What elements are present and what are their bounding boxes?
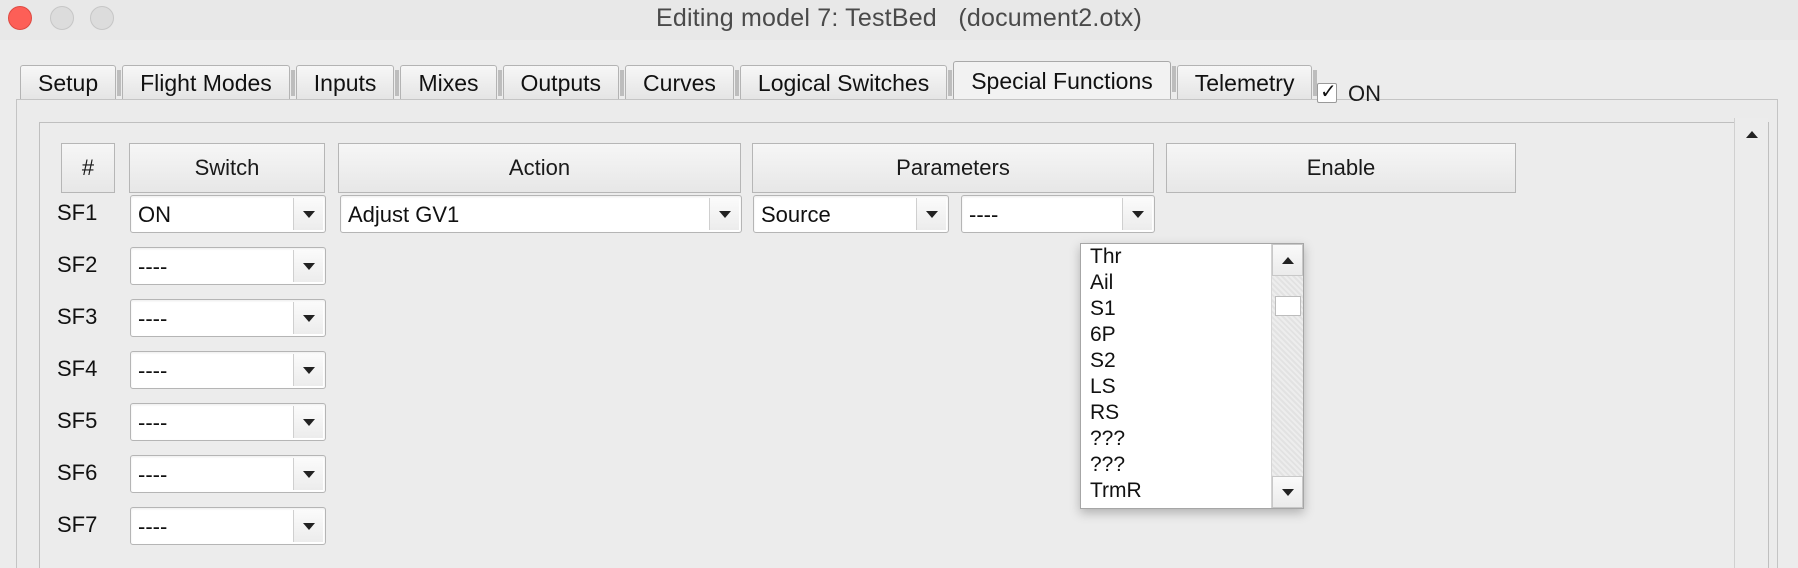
row-label-sf5: SF5 — [57, 408, 98, 433]
tab-logical-switches[interactable]: Logical Switches — [739, 65, 953, 100]
sf2-switch-value: ---- — [138, 254, 168, 279]
tab-bar: Setup Flight Modes Inputs Mixes Outputs … — [20, 61, 1318, 100]
dropdown-scroll-down-button[interactable] — [1272, 476, 1303, 508]
dropdown-option-6p[interactable]: 6P — [1081, 322, 1271, 348]
sf5-switch-select[interactable]: ---- — [130, 403, 326, 441]
row-label-sf2: SF2 — [57, 252, 98, 277]
tab-content-pane: # Switch Action Parameters Enable SF1 ON… — [16, 99, 1778, 568]
table-scroll-up-button[interactable] — [1739, 122, 1765, 148]
dropdown-option-s1[interactable]: S1 — [1081, 296, 1271, 322]
chevron-down-icon — [303, 523, 315, 530]
scroll-up-icon — [1746, 131, 1758, 138]
special-functions-table: # Switch Action Parameters Enable SF1 ON… — [39, 122, 1769, 568]
sf1-param-mode-dropdown-button[interactable] — [916, 198, 946, 230]
row-label-sf6: SF6 — [57, 460, 98, 485]
chevron-down-icon — [303, 211, 315, 218]
tab-mixes[interactable]: Mixes — [400, 65, 502, 100]
sf3-switch-dropdown-button[interactable] — [293, 302, 323, 334]
sf1-enable-label: ON — [1348, 81, 1381, 106]
sf7-switch-select[interactable]: ---- — [130, 507, 326, 545]
sf3-switch-select[interactable]: ---- — [130, 299, 326, 337]
sf1-action-dropdown-button[interactable] — [709, 198, 739, 230]
row-label-sf7: SF7 — [57, 512, 98, 537]
sf1-param-source-dropdown-button[interactable] — [1122, 198, 1152, 230]
dropdown-option-ail[interactable]: Ail — [1081, 270, 1271, 296]
sf1-param-mode-value: Source — [761, 202, 831, 227]
dropdown-option-unknown-2[interactable]: ??? — [1081, 452, 1271, 478]
sf6-switch-value: ---- — [138, 462, 168, 487]
dropdown-option-thr[interactable]: Thr — [1081, 244, 1271, 270]
sf1-param-mode-select[interactable]: Source — [753, 195, 949, 233]
column-header-enable: Enable — [1166, 143, 1516, 193]
sf1-switch-select[interactable]: ON — [130, 195, 326, 233]
scroll-up-icon — [1282, 257, 1294, 264]
dropdown-items: Thr Ail S1 6P S2 LS RS ??? ??? TrmR — [1081, 244, 1271, 504]
dropdown-scroll-up-button[interactable] — [1272, 244, 1303, 276]
sf2-switch-dropdown-button[interactable] — [293, 250, 323, 282]
column-header-parameters: Parameters — [752, 143, 1154, 193]
dropdown-scrollbar[interactable] — [1271, 244, 1303, 508]
row-label-sf4: SF4 — [57, 356, 98, 381]
tab-telemetry[interactable]: Telemetry — [1176, 65, 1318, 100]
sf7-switch-value: ---- — [138, 514, 168, 539]
sf5-switch-value: ---- — [138, 410, 168, 435]
source-dropdown-list[interactable]: Thr Ail S1 6P S2 LS RS ??? ??? TrmR — [1080, 243, 1304, 509]
dropdown-option-unknown-1[interactable]: ??? — [1081, 426, 1271, 452]
title-bar: Editing model 7: TestBed (document2.otx) — [0, 0, 1798, 40]
tab-curves[interactable]: Curves — [625, 65, 739, 100]
scroll-down-icon — [1282, 489, 1294, 496]
dropdown-scroll-thumb[interactable] — [1275, 296, 1301, 316]
tab-special-functions[interactable]: Special Functions — [953, 61, 1176, 99]
row-label-sf1: SF1 — [57, 200, 98, 225]
sf1-action-value: Adjust GV1 — [348, 202, 460, 227]
sf4-switch-select[interactable]: ---- — [130, 351, 326, 389]
sf1-switch-dropdown-button[interactable] — [293, 198, 323, 230]
sf1-param-source-select[interactable]: ---- — [961, 195, 1155, 233]
chevron-down-icon — [926, 211, 938, 218]
sf1-enable-checkbox[interactable]: ✓ — [1317, 81, 1337, 103]
sf1-switch-value: ON — [138, 202, 171, 227]
column-header-index: # — [61, 143, 115, 193]
chevron-down-icon — [303, 263, 315, 270]
sf5-switch-dropdown-button[interactable] — [293, 406, 323, 438]
sf4-switch-dropdown-button[interactable] — [293, 354, 323, 386]
sf1-action-select[interactable]: Adjust GV1 — [340, 195, 742, 233]
window-title: Editing model 7: TestBed (document2.otx) — [656, 4, 1142, 32]
sf7-switch-dropdown-button[interactable] — [293, 510, 323, 542]
chevron-down-icon — [719, 211, 731, 218]
sf2-switch-select[interactable]: ---- — [130, 247, 326, 285]
dropdown-option-trmr[interactable]: TrmR — [1081, 478, 1271, 504]
tab-setup[interactable]: Setup — [20, 65, 122, 100]
sf1-param-source-value: ---- — [969, 202, 999, 227]
sf3-switch-value: ---- — [138, 306, 168, 331]
chevron-down-icon — [1132, 211, 1144, 218]
chevron-down-icon — [303, 471, 315, 478]
row-label-sf3: SF3 — [57, 304, 98, 329]
table-scrollbar[interactable] — [1734, 118, 1768, 568]
chevron-down-icon — [303, 419, 315, 426]
dropdown-option-ls[interactable]: LS — [1081, 374, 1271, 400]
chevron-down-icon — [303, 315, 315, 322]
sf4-switch-value: ---- — [138, 358, 168, 383]
dropdown-option-rs[interactable]: RS — [1081, 400, 1271, 426]
column-header-action: Action — [338, 143, 741, 193]
tab-inputs[interactable]: Inputs — [295, 65, 400, 100]
sf6-switch-dropdown-button[interactable] — [293, 458, 323, 490]
dropdown-option-s2[interactable]: S2 — [1081, 348, 1271, 374]
chevron-down-icon — [303, 367, 315, 374]
sf6-switch-select[interactable]: ---- — [130, 455, 326, 493]
check-icon: ✓ — [1320, 81, 1337, 103]
tab-flight-modes[interactable]: Flight Modes — [122, 65, 295, 100]
column-header-switch: Switch — [129, 143, 325, 193]
tab-outputs[interactable]: Outputs — [502, 65, 624, 100]
